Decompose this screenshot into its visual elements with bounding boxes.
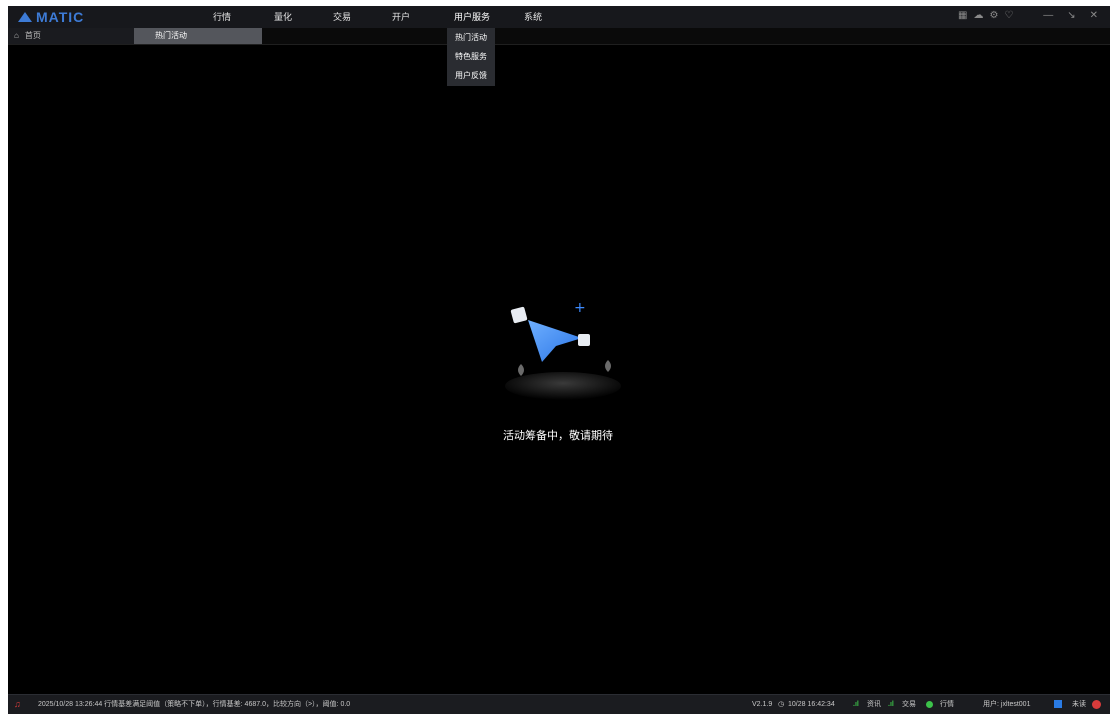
app-window: MATIC 行情 量化 交易 开户 用户服务 系统 ▦ ☁ ⚙ ♡ — ↘ ✕ … — [8, 6, 1110, 714]
quote-status-icon — [926, 695, 933, 714]
box-icon — [510, 306, 528, 324]
tab-bar: ⌂ 首页 热门活动 — [8, 28, 1110, 45]
tab-home-label: 首页 — [24, 31, 41, 40]
menu-market[interactable]: 行情 — [213, 6, 231, 28]
close-icon[interactable]: ✕ — [1090, 10, 1098, 21]
leaf-icon — [518, 364, 524, 376]
box-icon — [578, 334, 590, 346]
home-icon: ⌂ — [14, 31, 19, 40]
menu-user-service[interactable]: 用户服务 — [454, 6, 490, 28]
unread-label[interactable]: 未读 — [1072, 695, 1086, 714]
empty-state-illustration: + — [505, 300, 621, 400]
news-label[interactable]: 资讯 — [867, 695, 881, 714]
status-bar: ♫ 2025/10/28 13:26:44 行情基差满足阈值（策略不下单），行情… — [8, 694, 1110, 714]
dropdown-item-feedback[interactable]: 用户反馈 — [447, 66, 495, 85]
sound-icon[interactable]: ♫ — [14, 695, 21, 714]
settings-icon[interactable]: ⚙ — [989, 10, 998, 21]
tab-hot-activity[interactable]: 热门活动 — [134, 28, 262, 44]
download-icon[interactable] — [1054, 695, 1062, 714]
tab-hot-activity-label: 热门活动 — [155, 31, 187, 40]
logo: MATIC — [18, 9, 84, 25]
dropdown-item-featured-service[interactable]: 特色服务 — [447, 47, 495, 66]
signal-trade-icon: .ıl — [888, 701, 894, 708]
menu-quant[interactable]: 量化 — [274, 6, 292, 28]
trade-label[interactable]: 交易 — [902, 695, 916, 714]
signal-news-icon: .ıl — [853, 701, 859, 708]
dropdown-item-hot-activity[interactable]: 热门活动 — [447, 28, 495, 47]
empty-state-message: 活动筹备中，敬请期待 — [503, 430, 613, 442]
restore-icon[interactable]: ↘ — [1067, 10, 1075, 21]
plus-icon: + — [574, 300, 586, 316]
ground-shape — [505, 372, 621, 400]
quote-label[interactable]: 行情 — [940, 695, 954, 714]
version-label: V2.1.9 — [752, 701, 773, 708]
status-message: 2025/10/28 13:26:44 行情基差满足阈值（策略不下单），行情基差… — [38, 701, 351, 708]
clock-icon: ◷ — [778, 701, 785, 708]
top-menu-bar: MATIC 行情 量化 交易 开户 用户服务 系统 ▦ ☁ ⚙ ♡ — ↘ ✕ — [8, 6, 1110, 28]
shield-icon[interactable]: ♡ — [1004, 10, 1013, 21]
menu-system[interactable]: 系统 — [524, 6, 542, 28]
cloud-icon[interactable]: ☁ — [973, 10, 983, 21]
user-label[interactable]: 用户: jxltest001 — [983, 695, 1030, 714]
notification-icon[interactable] — [1092, 695, 1101, 714]
user-service-dropdown: 热门活动 特色服务 用户反馈 — [447, 28, 495, 86]
menu-account[interactable]: 开户 — [392, 6, 410, 28]
menu-trade[interactable]: 交易 — [333, 6, 351, 28]
time-label: 10/28 16:42:34 — [788, 701, 835, 708]
grid-icon[interactable]: ▦ — [958, 10, 967, 21]
minimize-icon[interactable]: — — [1043, 10, 1053, 21]
leaf-icon — [605, 360, 611, 372]
paper-plane-icon — [528, 320, 582, 362]
logo-text: MATIC — [36, 9, 85, 25]
logo-icon — [18, 12, 32, 22]
tab-home[interactable]: ⌂ 首页 — [8, 28, 134, 44]
